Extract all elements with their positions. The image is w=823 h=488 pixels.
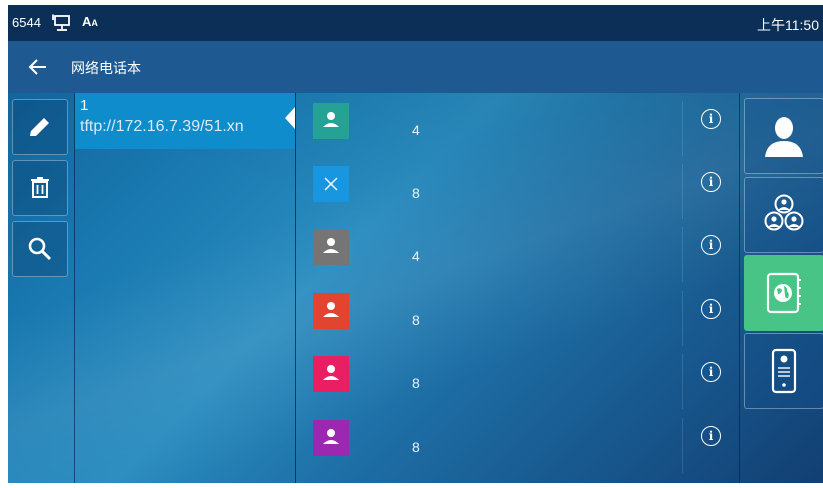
status-bar: 6544 AA 上午11:50 bbox=[8, 5, 823, 41]
back-arrow-icon bbox=[28, 59, 46, 75]
intercom-icon bbox=[771, 348, 797, 394]
info-icon[interactable]: i bbox=[701, 109, 721, 129]
row-separator bbox=[682, 418, 683, 473]
extension-label: 6544 bbox=[12, 15, 41, 30]
info-icon[interactable]: i bbox=[701, 362, 721, 382]
person-icon bbox=[765, 117, 803, 157]
page-title: 网络电话本 bbox=[71, 60, 141, 76]
contact-row[interactable]: 8 i bbox=[296, 350, 739, 413]
info-icon[interactable]: i bbox=[701, 426, 721, 446]
font-size-icon: AA bbox=[82, 14, 98, 29]
trash-icon bbox=[31, 177, 49, 198]
avatar-bg bbox=[313, 356, 349, 392]
phonebook-group-item[interactable]: 1 tftp://172.16.7.39/51.xn bbox=[75, 93, 295, 149]
nav-door-phone[interactable] bbox=[744, 333, 823, 409]
contact-name: 8 bbox=[412, 375, 420, 391]
title-bar: 网络电话本 bbox=[8, 41, 823, 93]
pencil-icon bbox=[30, 118, 49, 136]
column-divider bbox=[739, 93, 740, 483]
contact-row[interactable]: 4 i bbox=[296, 97, 739, 160]
edit-button[interactable] bbox=[12, 99, 68, 155]
contact-name: 8 bbox=[412, 312, 420, 328]
nav-local-directory[interactable] bbox=[744, 98, 823, 174]
contact-avatar-icon bbox=[313, 229, 349, 265]
column-divider bbox=[74, 93, 75, 483]
contact-name: 8 bbox=[412, 439, 420, 455]
avatar-bg bbox=[313, 293, 349, 329]
search-icon bbox=[28, 237, 52, 261]
info-icon[interactable]: i bbox=[701, 172, 721, 192]
contact-name: 8 bbox=[412, 185, 420, 201]
nav-remote-phonebook[interactable] bbox=[744, 255, 823, 331]
nav-group-directory[interactable] bbox=[744, 177, 823, 253]
avatar-bg bbox=[313, 420, 349, 456]
contact-avatar-icon bbox=[313, 356, 349, 392]
group-number: 1 bbox=[80, 97, 89, 114]
row-separator bbox=[682, 354, 683, 409]
row-separator bbox=[682, 164, 683, 219]
clock: 上午11:50 bbox=[757, 17, 819, 33]
contact-name: 4 bbox=[412, 122, 420, 138]
contact-avatar-icon bbox=[313, 166, 349, 202]
back-button[interactable] bbox=[22, 53, 52, 81]
group-url: tftp://172.16.7.39/51.xn bbox=[80, 118, 244, 135]
group-icon bbox=[764, 194, 804, 231]
contact-row[interactable]: 8 i bbox=[296, 287, 739, 350]
contact-avatar-icon bbox=[313, 420, 349, 456]
search-button[interactable] bbox=[12, 221, 68, 277]
contact-avatar-icon bbox=[313, 293, 349, 329]
contact-row[interactable]: 4 i bbox=[296, 223, 739, 286]
row-separator bbox=[682, 101, 683, 156]
phone-screen: 6544 AA 上午11:50 网络电话本 1 tftp://172.16.7.… bbox=[8, 5, 823, 483]
contact-name: 4 bbox=[412, 248, 420, 264]
info-icon[interactable]: i bbox=[701, 299, 721, 319]
selection-pointer bbox=[285, 107, 295, 129]
row-separator bbox=[682, 291, 683, 346]
avatar-bg bbox=[313, 229, 349, 265]
contact-row[interactable]: 8 i bbox=[296, 160, 739, 223]
info-icon[interactable]: i bbox=[701, 235, 721, 255]
network-icon bbox=[52, 14, 72, 32]
avatar-bg bbox=[313, 103, 349, 139]
globe-book-icon bbox=[766, 272, 801, 314]
contact-row[interactable]: 8 i bbox=[296, 414, 739, 477]
delete-button[interactable] bbox=[12, 160, 68, 216]
contact-avatar-icon bbox=[313, 103, 349, 139]
row-separator bbox=[682, 227, 683, 282]
